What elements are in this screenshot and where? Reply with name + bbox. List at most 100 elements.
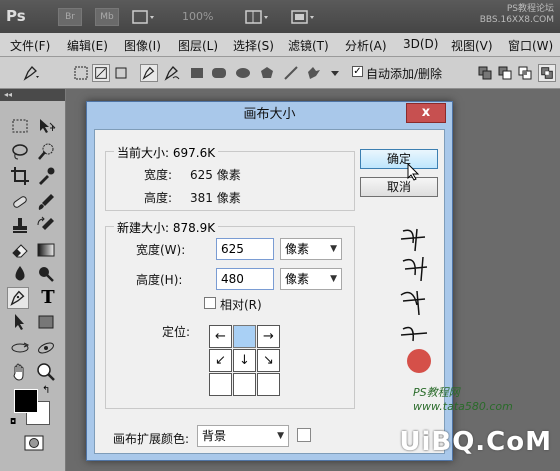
menu-layer[interactable]: 图层(L) [178,37,218,54]
anchor-top-left-arrow[interactable]: ← [209,325,232,348]
exclude-overlap-icon[interactable] [538,64,556,82]
fill-pixels-icon[interactable] [112,64,130,82]
rounded-rectangle-icon[interactable] [210,64,228,82]
menu-filter[interactable]: 滤镜(T) [288,37,329,54]
zoom-level[interactable]: 100% [182,10,213,23]
history-brush-tool-icon[interactable] [35,215,57,237]
relative-checkbox[interactable] [204,297,216,309]
3d-rotate-tool-icon[interactable] [9,337,31,359]
forum-watermark: PS教程论坛 BBS.16XX8.COM [480,4,554,26]
line-shape-icon[interactable] [282,64,300,82]
menu-edit[interactable]: 编辑(E) [67,37,108,54]
anchor-middle-center[interactable]: ↓ [233,349,256,372]
pen-tool-preset-icon[interactable] [22,64,40,82]
anchor-bottom-center[interactable] [233,373,256,396]
freeform-pen-icon[interactable] [163,64,181,82]
auto-add-delete-checkbox[interactable]: ✓ [352,66,363,77]
brush-tool-icon[interactable] [35,191,57,213]
menu-file[interactable]: 文件(F) [10,37,50,54]
paths-mode-icon[interactable] [92,64,110,82]
brand-watermark: UiBQ.CoM [399,427,552,457]
type-tool-icon[interactable]: T [37,287,59,309]
dialog-body: 当前大小: 697.6K 宽度: 625 像素 高度: 381 像素 新建大小:… [94,129,513,454]
menu-select[interactable]: 选择(S) [233,37,274,54]
menu-analysis[interactable]: 分析(A) [345,37,387,54]
menu-3d[interactable]: 3D(D) [403,37,438,51]
site-watermark: PS教程网 www.tata580.com [413,386,513,413]
current-height-value: 381 像素 [190,191,241,205]
foreground-color-swatch-top[interactable] [14,389,38,413]
bridge-button[interactable]: Br [58,8,82,26]
gradient-tool-icon[interactable] [35,239,57,261]
pen-tool-icon[interactable] [7,287,29,309]
rectangle-shape-icon[interactable] [188,64,206,82]
chevron-down-icon: ▼ [330,274,337,284]
hand-tool-icon[interactable] [9,361,31,383]
rectangle-tool-icon[interactable] [35,311,57,333]
calligraphy-watermark-icon [400,228,431,373]
width-unit-value: 像素 [285,242,310,256]
shape-layers-icon[interactable] [72,64,90,82]
lasso-tool-icon[interactable] [9,141,31,163]
quick-mask-icon[interactable] [24,435,44,451]
clone-stamp-tool-icon[interactable] [9,215,31,237]
quick-selection-tool-icon[interactable] [35,141,57,163]
width-unit-select[interactable]: 像素 ▼ [280,238,342,260]
mini-bridge-button[interactable]: Mb [95,8,119,26]
menu-image[interactable]: 图像(I) [124,37,161,54]
current-width-value: 625 像素 [190,168,241,182]
tools-panel-header[interactable]: ◂◂ [0,89,65,101]
menu-window[interactable]: 窗口(W) [508,37,553,54]
polygon-shape-icon[interactable] [258,64,276,82]
path-selection-tool-icon[interactable] [9,311,31,333]
default-colors-icon[interactable]: ◘ [10,417,16,426]
anchor-bottom-left[interactable] [209,373,232,396]
anchor-middle-right[interactable]: ↘ [257,349,280,372]
subtract-path-icon[interactable] [496,64,514,82]
current-size-legend: 当前大小: 697.6K [114,144,219,161]
blur-tool-icon[interactable] [9,263,31,285]
tools-panel: ◂◂ T ↰ ◘ [0,89,66,471]
close-icon[interactable]: x [406,103,446,123]
menu-view[interactable]: 视图(V) [451,37,493,54]
height-unit-select[interactable]: 像素 ▼ [280,268,342,290]
mouse-cursor-icon [407,163,420,181]
extras-icon[interactable] [130,8,156,26]
swap-colors-icon[interactable]: ↰ [42,385,50,396]
auto-add-delete-label: 自动添加/删除 [366,67,443,81]
eraser-tool-icon[interactable] [9,239,31,261]
extension-color-select[interactable]: 背景 ▼ [197,425,289,447]
ellipse-shape-icon[interactable] [234,64,252,82]
intersect-path-icon[interactable] [516,64,534,82]
healing-brush-tool-icon[interactable] [9,191,31,213]
custom-shape-icon[interactable] [304,64,322,82]
arrange-documents-icon[interactable] [244,8,270,26]
extension-color-value: 背景 [202,429,227,443]
cancel-button[interactable]: 取消 [360,177,438,197]
height-input[interactable]: 480 [216,268,274,290]
extension-color-swatch[interactable] [297,428,311,442]
3d-orbit-tool-icon[interactable] [35,337,57,359]
width-input[interactable]: 625 [216,238,274,260]
eyedropper-tool-icon[interactable] [35,165,57,187]
marquee-tool-icon[interactable] [9,115,31,137]
anchor-middle-left[interactable]: ↙ [209,349,232,372]
menu-bar: 文件(F) 编辑(E) 图像(I) 图层(L) 选择(S) 滤镜(T) 分析(A… [0,33,560,57]
screen-mode-icon[interactable] [290,8,316,26]
options-bar: ✓ 自动添加/删除 [0,57,560,89]
current-width-label: 宽度: [144,168,173,182]
shape-dropdown-icon[interactable] [326,64,344,82]
height-unit-value: 像素 [285,272,310,286]
ok-button[interactable]: 确定 [360,149,438,169]
anchor-top-right[interactable]: → [257,325,280,348]
dodge-tool-icon[interactable] [35,263,57,285]
anchor-top-center[interactable] [233,325,256,348]
pen-icon[interactable] [140,64,158,82]
relative-label: 相对(R) [220,298,262,312]
combine-path-icon[interactable] [476,64,494,82]
current-size-group: 当前大小: 697.6K 宽度: 625 像素 高度: 381 像素 [105,144,355,211]
anchor-bottom-right[interactable] [257,373,280,396]
zoom-tool-icon[interactable] [35,361,57,383]
move-tool-icon[interactable] [35,115,57,137]
crop-tool-icon[interactable] [9,165,31,187]
